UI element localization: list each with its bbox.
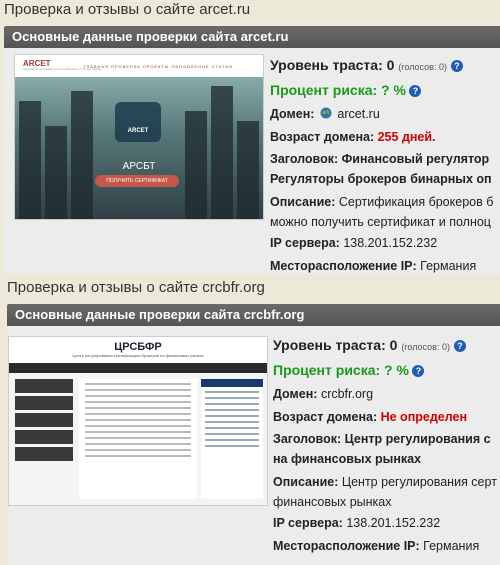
site-card-crcbfr: Проверка и отзывы о сайте crcbfr.org Осн… xyxy=(0,278,500,565)
risk-row: Процент риска: ? % ? xyxy=(270,79,500,103)
section-header: Основные данные проверки сайта arcet.ru xyxy=(4,26,500,48)
domain-row: Домен: arcet.ru xyxy=(270,107,380,121)
help-icon[interactable]: ? xyxy=(450,60,463,72)
votes-count: (голосов: 0) xyxy=(401,342,450,352)
site-details: ARCET Association of regulators and cert… xyxy=(4,48,500,274)
age-value: 255 дней. xyxy=(377,130,436,144)
domain-link[interactable]: arcet.ru xyxy=(337,107,379,121)
ip-row: IP сервера: 138.201.152.232 xyxy=(270,236,438,250)
risk-value: Процент риска: ? % xyxy=(270,82,406,98)
section-header: Основные данные проверки сайта crcbfr.or… xyxy=(7,304,500,326)
trust-value: 0 xyxy=(386,57,395,73)
risk-row: Процент риска: ? % ? xyxy=(273,359,500,383)
site-info: Уровень траста: 0 (голосов: 0) ? Процент… xyxy=(273,334,500,558)
help-icon[interactable]: ? xyxy=(409,85,422,97)
site-screenshot[interactable]: ARCET Association of regulators and cert… xyxy=(14,54,264,220)
help-icon[interactable]: ? xyxy=(412,365,425,377)
location-value: Германия xyxy=(423,539,480,553)
risk-value: Процент риска: ? % xyxy=(273,362,409,378)
thumb-emblem-icon: ARCET xyxy=(115,102,161,142)
thumb-content xyxy=(9,373,267,505)
description-row: Описание: Сертификация брокеров б можно … xyxy=(270,195,494,229)
thumb-nav xyxy=(9,363,267,373)
thumb-topbar: ARCET Association of regulators and cert… xyxy=(15,55,263,77)
ip-value: 138.201.152.232 xyxy=(343,236,438,250)
thumb-hero: ARCET АРСБТ ПОЛУЧИТЬ СЕРТИФИКАТ xyxy=(15,77,263,219)
thumb-name: АРСБТ xyxy=(122,161,156,172)
age-row: Возраст домена: Не определен xyxy=(273,410,467,424)
thumb-logo: ЦРСБФР xyxy=(114,341,162,353)
location-value: Германия xyxy=(420,259,477,273)
location-row: Месторасположение IP: Германия xyxy=(270,259,477,273)
trust-value: 0 xyxy=(389,337,398,353)
site-info: Уровень траста: 0 (голосов: 0) ? Процент… xyxy=(270,54,500,278)
thumb-header: ЦРСБФР Центр регулирования сертификации … xyxy=(9,337,267,363)
location-row: Месторасположение IP: Германия xyxy=(273,539,480,553)
heading-row: Заголовок: Центр регулирования с на фина… xyxy=(273,432,491,466)
site-title: Проверка и отзывы о сайте arcet.ru xyxy=(4,1,251,18)
site-card-arcet: Проверка и отзывы о сайте arcet.ru Основ… xyxy=(0,0,500,274)
site-details: ЦРСБФР Центр регулирования сертификации … xyxy=(7,326,500,565)
help-icon[interactable]: ? xyxy=(453,340,466,352)
age-value: Не определен xyxy=(380,410,467,424)
heading-row: Заголовок: Финансовый регулятор Регулято… xyxy=(270,152,492,186)
ip-value: 138.201.152.232 xyxy=(346,516,441,530)
globe-icon xyxy=(320,107,332,119)
thumb-cta: ПОЛУЧИТЬ СЕРТИФИКАТ xyxy=(95,175,179,187)
thumb-nav: ГЛАВНАЯ ПРОВЕРКА ПРОЕКТЫ ОБНОВЛЕНИЕ СТАТ… xyxy=(83,64,233,69)
domain-row: Домен: crcbfr.org xyxy=(273,387,374,401)
ip-row: IP сервера: 138.201.152.232 xyxy=(273,516,441,530)
site-title: Проверка и отзывы о сайте crcbfr.org xyxy=(7,279,265,296)
trust-row: Уровень траста: 0 (голосов: 0) ? xyxy=(273,334,500,359)
votes-count: (голосов: 0) xyxy=(398,62,447,72)
site-screenshot[interactable]: ЦРСБФР Центр регулирования сертификации … xyxy=(8,336,268,506)
description-row: Описание: Центр регулирования серт финан… xyxy=(273,475,497,509)
domain-link[interactable]: crcbfr.org xyxy=(321,387,373,401)
thumb-tagline: Центр регулирования сертификации брокеро… xyxy=(72,353,204,358)
trust-row: Уровень траста: 0 (голосов: 0) ? xyxy=(270,54,500,79)
age-row: Возраст домена: 255 дней. xyxy=(270,130,436,144)
